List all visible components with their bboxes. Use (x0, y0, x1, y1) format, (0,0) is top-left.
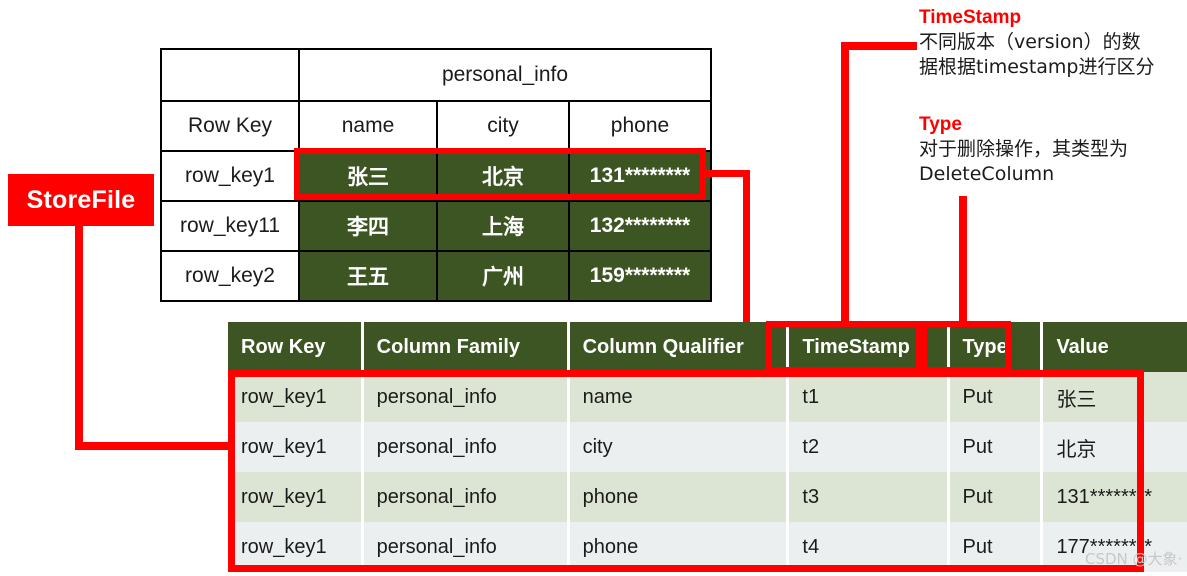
cell-phone: 159******** (568, 250, 712, 302)
highlight-box-type-header (921, 321, 1011, 373)
cell-name: 李四 (298, 200, 438, 252)
csdn-watermark: CSDN @大象· (1085, 550, 1183, 568)
header-phone: phone (568, 100, 712, 152)
cell-city: 上海 (436, 200, 570, 252)
header-city: city (436, 100, 570, 152)
table-header-row: Row Key Column Family Column Qualifier T… (228, 322, 1187, 372)
annotation-type-line1: 对于删除操作，其类型为 (919, 138, 1129, 160)
storefile-label: StoreFile (26, 185, 136, 214)
highlight-box-top-row (294, 148, 706, 200)
storefile-connector-horizontal (75, 442, 235, 450)
diagram-canvas: StoreFile personal_info Row Key name cit… (0, 0, 1187, 576)
type-callout-vertical (959, 196, 967, 324)
highlight-box-bottom-rows (228, 370, 1144, 572)
cell-row-key: row_key1 (160, 150, 300, 202)
annotation-timestamp-line1: 不同版本（version）的数 (919, 31, 1141, 53)
highlight-box-timestamp-header (766, 321, 922, 373)
row-connector-vertical (743, 170, 750, 322)
header-value: Value (1041, 322, 1187, 372)
table-row-family-header: personal_info (160, 48, 712, 102)
cell-city: 广州 (436, 250, 570, 302)
header-column-qualifier: Column Qualifier (568, 322, 790, 372)
annotation-type: Type 对于删除操作，其类型为 DeleteColumn (919, 113, 1181, 187)
storefile-badge: StoreFile (8, 174, 154, 226)
table-row-header: Row Key name city phone (160, 100, 712, 152)
cell-row-key: row_key11 (160, 200, 300, 252)
annotation-timestamp-line2: 据根据timestamp进行区分 (919, 56, 1155, 78)
table-row: row_key11 李四 上海 132******** (160, 200, 712, 252)
annotation-type-line2: DeleteColumn (919, 163, 1055, 185)
header-row-key: Row Key (160, 100, 300, 152)
empty-corner-cell (160, 48, 300, 102)
storefile-connector-vertical (75, 226, 83, 450)
cell-name: 王五 (298, 250, 438, 302)
table-row: row_key2 王五 广州 159******** (160, 250, 712, 302)
annotation-type-title: Type (919, 114, 962, 135)
header-name: name (298, 100, 438, 152)
annotation-timestamp: TimeStamp 不同版本（version）的数 据根据timestamp进行… (919, 6, 1181, 80)
cell-row-key: row_key2 (160, 250, 300, 302)
header-column-family: Column Family (362, 322, 570, 372)
timestamp-callout-vertical (841, 42, 849, 324)
cell-phone: 132******** (568, 200, 712, 252)
timestamp-callout-horizontal (841, 42, 917, 50)
header-row-key: Row Key (228, 322, 364, 372)
annotation-timestamp-title: TimeStamp (919, 7, 1022, 28)
column-family-header-cell: personal_info (298, 48, 712, 102)
